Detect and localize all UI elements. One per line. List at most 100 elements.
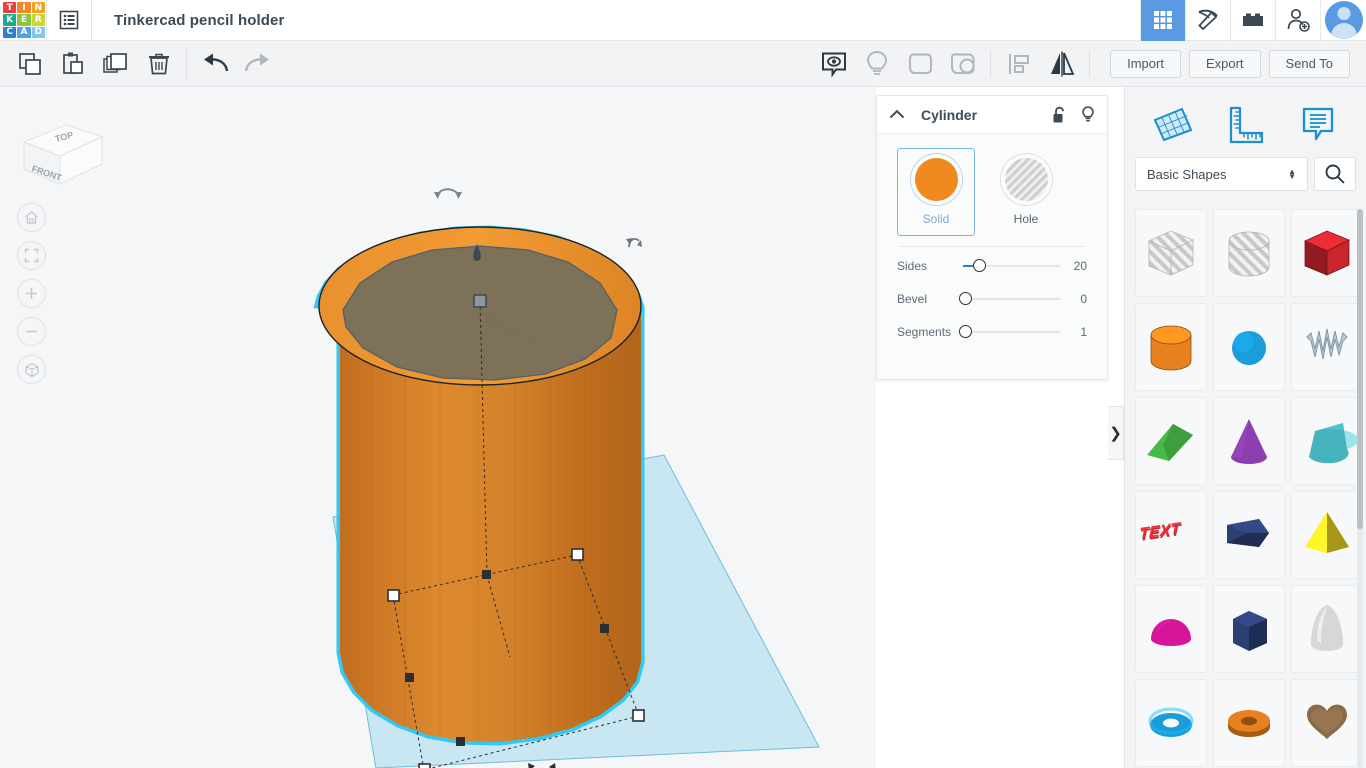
logo-tile-k: K xyxy=(3,14,16,25)
mirror-button[interactable] xyxy=(1040,41,1083,87)
redo-button[interactable] xyxy=(236,41,279,87)
shape-cell-pyramid-yellow[interactable] xyxy=(1291,491,1357,579)
chevron-up-icon[interactable] xyxy=(889,109,905,120)
rotate-handle-top[interactable] xyxy=(434,189,462,199)
shape-cell-box-red[interactable] xyxy=(1291,209,1357,297)
workplane-tool-button[interactable] xyxy=(1147,103,1199,147)
view-cube-icon: TOP FRONT xyxy=(14,107,109,189)
properties-body: Solid Hole Sides20Bevel0Segments1 xyxy=(877,134,1107,346)
shape-cell-box-hole[interactable] xyxy=(1135,209,1207,297)
shapes-scrollbar-track[interactable] xyxy=(1357,209,1363,768)
hole-mode-button[interactable]: Hole xyxy=(987,148,1065,236)
notes-button[interactable] xyxy=(812,41,855,87)
import-button[interactable]: Import xyxy=(1110,50,1181,78)
shape-icon-hexprism-navy xyxy=(1217,597,1281,661)
logo-tile-a: A xyxy=(17,27,30,38)
shape-properties-panel: Cylinder Solid Hole xyxy=(876,95,1108,380)
shape-icon-cylinder-hole xyxy=(1217,221,1281,285)
brick-button[interactable] xyxy=(1230,0,1275,41)
3d-canvas[interactable]: Workplane TOP FRONT xyxy=(0,87,876,768)
shape-cell-torus-blue[interactable] xyxy=(1135,679,1207,767)
undo-icon xyxy=(201,51,229,77)
sendto-button[interactable]: Send To xyxy=(1269,50,1350,78)
shape-cell-sphere-blue[interactable] xyxy=(1213,303,1285,391)
lightbulb-icon[interactable] xyxy=(1081,106,1095,124)
slider-track-segments[interactable] xyxy=(963,331,1060,333)
shape-cell-paraboloid-gray[interactable] xyxy=(1291,585,1357,673)
properties-header: Cylinder xyxy=(877,96,1107,134)
shape-cell-roof-teal[interactable] xyxy=(1291,397,1357,485)
sliders-group: Sides20Bevel0Segments1 xyxy=(889,251,1095,346)
solid-mode-button[interactable]: Solid xyxy=(897,148,975,236)
light-button[interactable] xyxy=(855,41,898,87)
zoom-out-button[interactable] xyxy=(17,317,46,346)
slider-label-bevel: Bevel xyxy=(897,292,963,306)
shape-cell-scribble-lightblue[interactable] xyxy=(1291,303,1357,391)
mirror-icon xyxy=(1047,50,1077,78)
slider-track-bevel[interactable] xyxy=(963,298,1060,300)
shape-cell-dome-magenta[interactable] xyxy=(1135,585,1207,673)
shape-cell-heart-brown[interactable] xyxy=(1291,679,1357,767)
chevron-right-icon: ❯ xyxy=(1109,424,1122,442)
group-button[interactable] xyxy=(898,41,941,87)
note-tool-button[interactable] xyxy=(1292,103,1344,147)
logo-tile-e: E xyxy=(17,14,30,25)
add-person-button[interactable] xyxy=(1275,0,1320,41)
zoom-out-icon xyxy=(24,324,39,339)
slider-track-sides[interactable] xyxy=(963,265,1060,267)
align-button[interactable] xyxy=(997,41,1040,87)
shape-cell-text-red[interactable]: TEXTTEXT xyxy=(1135,491,1207,579)
scene-svg xyxy=(0,87,876,768)
rotate-handle-bottom[interactable] xyxy=(528,763,556,768)
pickaxe-button[interactable] xyxy=(1185,0,1230,41)
logo-tile-n: N xyxy=(32,2,45,13)
avatar-button[interactable] xyxy=(1320,0,1366,41)
shape-cell-wedge-green[interactable] xyxy=(1135,397,1207,485)
rotate-handle-side[interactable] xyxy=(626,238,642,247)
list-menu-icon xyxy=(59,10,79,30)
fit-view-button[interactable] xyxy=(17,241,46,270)
panel-collapse-tab[interactable]: ❯ xyxy=(1108,406,1124,460)
slider-thumb-sides[interactable] xyxy=(973,259,986,272)
ruler-tool-button[interactable] xyxy=(1219,103,1271,147)
shape-cell-tube-orange[interactable] xyxy=(1213,679,1285,767)
shape-cell-cylinder-orange[interactable] xyxy=(1135,303,1207,391)
shapes-search-button[interactable] xyxy=(1314,157,1356,191)
shapes-scrollbar-thumb[interactable] xyxy=(1357,209,1363,529)
view-cube[interactable]: TOP FRONT xyxy=(14,107,109,189)
tinkercad-logo[interactable]: TINKERCAD xyxy=(2,1,46,39)
unlock-icon[interactable] xyxy=(1052,106,1067,124)
document-title: Tinkercad pencil holder xyxy=(114,12,284,29)
shapes-category-select[interactable]: Basic Shapes ▲▼ xyxy=(1135,157,1308,191)
shape-icon-heart-brown xyxy=(1295,691,1357,755)
copy-icon xyxy=(17,51,43,77)
shape-icon-tube-orange xyxy=(1217,691,1281,755)
shape-cell-cone-purple[interactable] xyxy=(1213,397,1285,485)
copy-button[interactable] xyxy=(8,41,51,87)
brick-icon xyxy=(1240,10,1266,30)
undo-button[interactable] xyxy=(193,41,236,87)
shape-cell-hexprism-navy[interactable] xyxy=(1213,585,1285,673)
slider-thumb-segments[interactable] xyxy=(959,325,972,338)
shape-cell-cylinder-hole[interactable] xyxy=(1213,209,1285,297)
lightbulb-icon xyxy=(864,50,890,78)
slider-thumb-bevel[interactable] xyxy=(959,292,972,305)
duplicate-button[interactable] xyxy=(94,41,137,87)
shape-icon-scribble-lightblue xyxy=(1295,315,1357,379)
zoom-in-icon xyxy=(24,286,39,301)
zoom-in-button[interactable] xyxy=(17,279,46,308)
grid-gallery-button[interactable] xyxy=(1140,0,1185,41)
shape-cell-wedge-navy[interactable] xyxy=(1213,491,1285,579)
delete-button[interactable] xyxy=(137,41,180,87)
ungroup-button[interactable] xyxy=(941,41,984,87)
export-button[interactable]: Export xyxy=(1189,50,1261,78)
logo-tile-d: D xyxy=(32,27,45,38)
paste-button[interactable] xyxy=(51,41,94,87)
home-view-button[interactable] xyxy=(17,203,46,232)
align-icon xyxy=(1006,51,1032,77)
perspective-toggle-button[interactable] xyxy=(17,355,46,384)
toolbar-divider-2 xyxy=(990,50,991,78)
slider-value-bevel: 0 xyxy=(1064,292,1087,306)
grid-gallery-icon xyxy=(1151,8,1175,32)
menu-button[interactable] xyxy=(46,0,92,41)
